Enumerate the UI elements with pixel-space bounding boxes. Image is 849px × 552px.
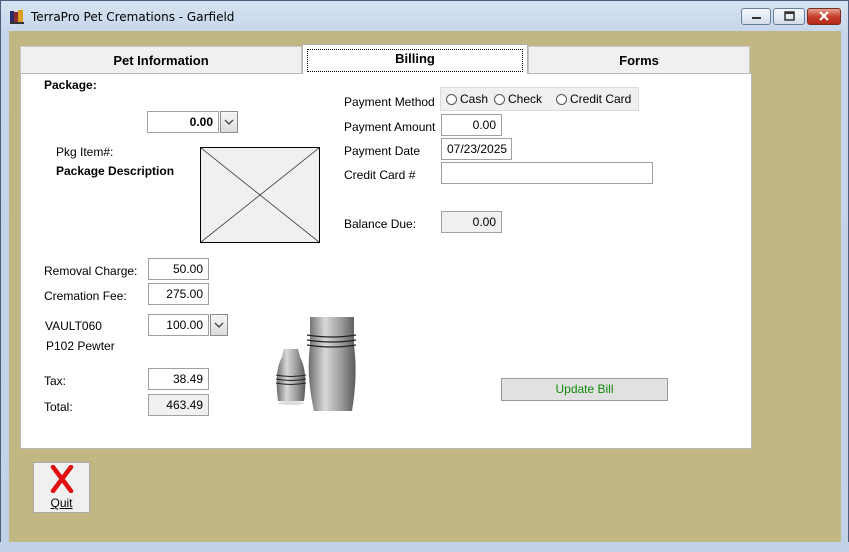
package-label: Package: [44,78,97,92]
cremation-fee-label: Cremation Fee: [44,289,127,303]
balance-due-label: Balance Due: [344,217,417,231]
quit-label: Quit [50,496,73,510]
radio-circle-icon [556,94,567,105]
package-description-label: Package Description [56,164,175,178]
radio-cash-label: Cash [460,92,489,106]
vault-name-label: P102 Pewter [46,339,115,353]
payment-method-group: Cash Check Credit Card [440,87,639,111]
window-title: TerraPro Pet Cremations - Garfield [31,10,235,24]
package-amount-field[interactable]: 0.00 [147,111,219,133]
update-bill-button[interactable]: Update Bill [501,378,668,401]
radio-credit-card[interactable]: Credit Card [556,92,631,106]
radio-credit-card-label: Credit Card [570,92,632,106]
minimize-button[interactable] [741,8,771,25]
package-dropdown-button[interactable] [220,111,238,133]
bottom-strip [0,542,849,552]
maximize-button[interactable] [773,8,805,25]
billing-panel: Package: 0.00 Pkg Item#: Package Descrip… [20,73,752,449]
tax-label: Tax: [44,374,67,388]
payment-amount-label: Payment Amount [344,120,436,134]
minimize-icon [752,17,761,19]
app-icon [10,10,24,24]
chevron-down-icon [224,119,234,125]
tax-field[interactable]: 38.49 [148,368,209,390]
app-window: TerraPro Pet Cremations - Garfield Pet I… [0,0,849,552]
total-label: Total: [44,400,73,414]
balance-due-field: 0.00 [441,211,502,233]
client-area: Pet Information Forms Package: 0.00 Pkg … [9,31,841,543]
payment-amount-field[interactable]: 0.00 [441,114,502,136]
title-bar[interactable]: TerraPro Pet Cremations - Garfield [1,1,848,32]
focus-rectangle [307,49,523,72]
radio-circle-icon [494,94,505,105]
payment-method-label: Payment Method [344,95,435,109]
vault-amount-field[interactable]: 100.00 [148,314,209,336]
urn-image [275,317,357,411]
close-icon [819,11,829,21]
credit-card-label: Credit Card # [344,168,416,182]
vault-code-label: VAULT060 [45,319,102,333]
radio-circle-icon [446,94,457,105]
radio-cash[interactable]: Cash [446,92,488,106]
cremation-fee-field[interactable]: 275.00 [148,283,209,305]
pkg-item-label: Pkg Item#: [56,145,114,159]
removal-charge-label: Removal Charge: [44,264,138,278]
payment-date-label: Payment Date [344,144,421,158]
quit-x-icon [50,465,74,493]
removal-charge-field[interactable]: 50.00 [148,258,209,280]
tab-billing[interactable]: Billing [302,44,528,74]
total-field: 463.49 [148,394,209,416]
placeholder-image [200,147,320,243]
tab-forms[interactable]: Forms [528,46,750,73]
close-button[interactable] [807,8,841,25]
quit-button[interactable]: Quit [33,462,90,513]
radio-check-label: Check [508,92,543,106]
vault-dropdown-button[interactable] [210,314,228,336]
payment-date-field[interactable]: 07/23/2025 [441,138,512,160]
tab-pet-information[interactable]: Pet Information [20,46,302,73]
radio-check[interactable]: Check [494,92,542,106]
credit-card-field[interactable] [441,162,653,184]
maximize-icon [784,11,795,21]
chevron-down-icon [214,322,224,328]
